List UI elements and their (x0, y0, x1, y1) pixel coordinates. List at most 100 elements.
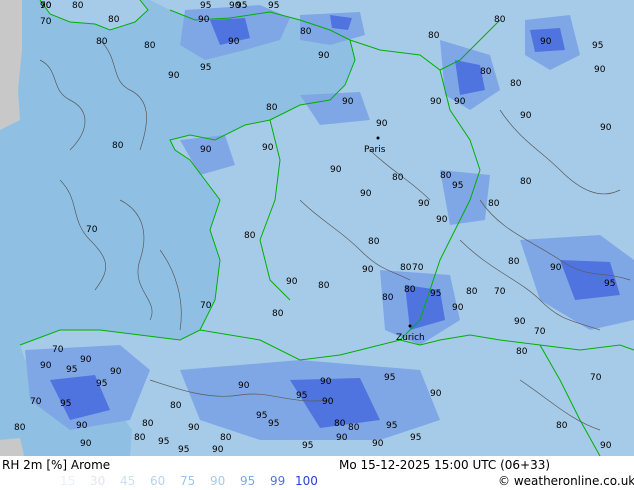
contour-label: 95 (66, 365, 77, 375)
city-dot (408, 324, 412, 328)
contour-label: 80 (520, 177, 532, 187)
city-label: Zurich (396, 333, 425, 343)
contour-label: 90 (212, 445, 224, 455)
map-canvas: 70 808095 9095 95908080 90959080907080809090… (0, 0, 634, 456)
contour-label: 80 (220, 433, 232, 443)
contour-label: 90 (40, 1, 52, 11)
contour-label: 70 (494, 287, 506, 297)
contour-label: 70 (200, 301, 212, 311)
contour-label: 95 (592, 41, 603, 51)
contour-label: 70 (590, 373, 602, 383)
contour-label: 70 (52, 345, 64, 355)
valid-time: Mo 15-12-2025 15:00 UTC (06+33) (339, 458, 551, 472)
contour-label: 80 (348, 423, 360, 433)
contour-label: 90 (430, 97, 442, 107)
contour-label: 80 (400, 263, 412, 273)
contour-label: 80 (440, 171, 452, 181)
site-credit[interactable]: © weatheronline.co.uk (498, 474, 634, 488)
contour-label: 80 (368, 237, 380, 247)
contour-label: 80 (334, 419, 346, 429)
contour-label: 70 (40, 17, 52, 27)
legend-level: 95 (240, 474, 256, 488)
legend-level: 60 (150, 474, 166, 488)
contour-label: 90 (514, 317, 526, 327)
contour-label: 90 (336, 433, 348, 443)
contour-label: 90 (322, 397, 334, 407)
contour-label: 90 (188, 423, 200, 433)
contour-label: 90 (372, 439, 384, 449)
contour-label: 90 (600, 123, 612, 133)
contour-label: 95 (256, 411, 267, 421)
contour-label: 95 (384, 373, 395, 383)
contour-label: 80 (134, 433, 146, 443)
contour-label: 95 (96, 379, 107, 389)
offmap-area (0, 0, 22, 130)
contour-label: 95 (268, 419, 279, 429)
contour-label: 90 (330, 165, 342, 175)
contour-label: 95 (452, 181, 463, 191)
contour-label: 90 (76, 421, 88, 431)
contour-label: 90 (430, 389, 442, 399)
contour-label: 80 (318, 281, 330, 291)
city-dot (376, 136, 380, 140)
contour-label: 80 (244, 231, 256, 241)
contour-label: 95 (296, 391, 307, 401)
contour-label: 80 (466, 287, 478, 297)
legend-level: 15 (60, 474, 76, 488)
contour-label: 90 (550, 263, 562, 273)
contour-label: 90 (318, 51, 330, 61)
contour-label: 95 (386, 421, 397, 431)
contour-label: 95 (268, 1, 279, 11)
contour-label: 90 (200, 145, 212, 155)
contour-label: 90 (168, 71, 180, 81)
contour-label: 80 (96, 37, 108, 47)
contour-label: 90 (320, 377, 332, 387)
contour-label: 90 (362, 265, 374, 275)
contour-label: 90 (342, 97, 354, 107)
contour-label: 80 (556, 421, 568, 431)
map-title: RH 2m [%] Arome (2, 458, 111, 472)
contour-label: 90 (540, 37, 552, 47)
legend-level: 30 (90, 474, 106, 488)
contour-label: 80 (266, 103, 278, 113)
city-label: Paris (364, 145, 386, 155)
contour-label: 80 (72, 1, 84, 11)
contour-label: 80 (404, 285, 416, 295)
contour-label: 80 (510, 79, 522, 89)
contour-label: 80 (508, 257, 520, 267)
contour-label: 70 (534, 327, 546, 337)
contour-label: 80 (300, 27, 312, 37)
contour-label: 95 (604, 279, 615, 289)
contour-label: 90 (594, 65, 606, 75)
contour-label: 90 (80, 439, 92, 449)
contour-label: 90 (262, 143, 274, 153)
contour-label: 90 (238, 381, 250, 391)
contour-label: 95 (200, 63, 211, 73)
contour-label: 80 (428, 31, 440, 41)
contour-label: 80 (108, 15, 120, 25)
contour-label: 80 (112, 141, 124, 151)
contour-label: 80 (14, 423, 26, 433)
contour-label: 90 (452, 303, 464, 313)
legend-level: 100 (295, 474, 318, 488)
legend-level: 45 (120, 474, 136, 488)
contour-label: 95 (200, 1, 211, 11)
offmap-area-bottom (0, 438, 24, 456)
contour-label: 95 (60, 399, 71, 409)
contour-label: 90 (286, 277, 298, 287)
contour-label: 95 (158, 437, 169, 447)
contour-label: 95 (236, 1, 247, 11)
contour-label: 90 (436, 215, 448, 225)
contour-label: 80 (272, 309, 284, 319)
contour-label: 80 (488, 199, 500, 209)
contour-label: 80 (494, 15, 506, 25)
contour-label: 95 (410, 433, 421, 443)
contour-label: 80 (392, 173, 404, 183)
contour-label: 90 (600, 441, 612, 451)
legend-level: 90 (210, 474, 226, 488)
contour-label: 90 (418, 199, 430, 209)
weather-map: 70 80 80 95 90 95 95 90 80 80 90 95 90 80 90 70 80 80 90 90… (0, 0, 634, 456)
legend-level: 75 (180, 474, 196, 488)
contour-label: 90 (228, 37, 240, 47)
contour-label: 90 (454, 97, 466, 107)
